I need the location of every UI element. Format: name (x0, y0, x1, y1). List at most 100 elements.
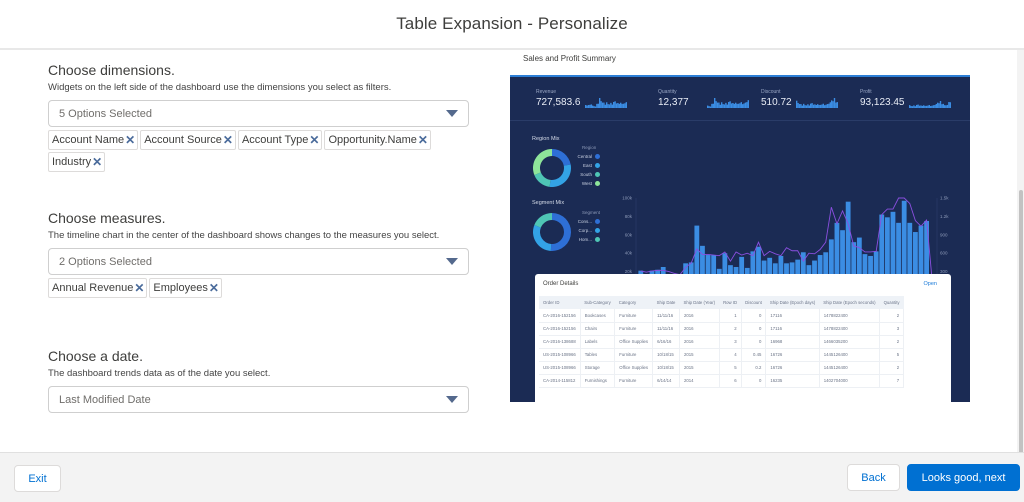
column-header[interactable]: Ship Date (Epoch seconds) (819, 296, 880, 309)
legend-title: Region (582, 145, 597, 150)
sparkline-bar (826, 103, 828, 108)
sparkline-bar (730, 102, 732, 108)
sparkline-bar (928, 104, 930, 108)
section-title: Choose dimensions. (48, 62, 175, 78)
remove-icon[interactable]: ✕ (92, 156, 102, 168)
date-select[interactable]: Last Modified Date (48, 386, 469, 413)
pill: Account Type ✕ (237, 130, 323, 150)
table-cell: 6/16/16 (652, 335, 680, 349)
open-link[interactable]: Open (924, 281, 937, 287)
kpi-value: 510.72 (761, 97, 792, 108)
sparkline-bar (799, 103, 802, 108)
remove-icon[interactable]: ✕ (309, 134, 319, 146)
dimensions-select[interactable]: 5 Options Selected (48, 100, 469, 127)
table-cell: 0 (741, 335, 767, 349)
kpi-revenue: Revenue 727,583.6 (536, 89, 627, 108)
table-cell: 1445126400 (819, 361, 881, 375)
remove-icon[interactable]: ✕ (125, 134, 135, 146)
table-cell: Furnishings (580, 374, 616, 388)
sparkline-bar (740, 101, 742, 108)
select-value: Last Modified Date (59, 393, 151, 406)
next-button[interactable]: Looks good, next (907, 464, 1020, 491)
table-cell: 11/11/16 (652, 322, 680, 336)
segment-mix-title: Segment Mix (532, 200, 565, 206)
legend-label: South (580, 172, 592, 177)
sparkline-bar (808, 105, 810, 108)
select-value: 2 Options Selected (59, 255, 152, 268)
table-cell: CA-2016-152156 (539, 322, 581, 336)
legend-swatch (595, 237, 600, 242)
sparkline-bar (926, 105, 929, 108)
sparkline-bar (820, 104, 823, 108)
sparkline-bar (619, 102, 621, 108)
table-cell: Bookcases (580, 309, 616, 323)
sparkline-bar (616, 102, 619, 108)
table-cell: 2 (879, 309, 905, 323)
sparkline (706, 97, 749, 108)
left-axis-tick: 40k (625, 251, 633, 256)
pill-label: Opportunity.Name (328, 134, 417, 146)
sparkline-bar (601, 102, 603, 108)
column-header[interactable]: Order ID (539, 296, 581, 309)
back-button[interactable]: Back (847, 464, 900, 491)
column-header[interactable]: Quantity (879, 296, 904, 309)
sparkline-bar (590, 103, 592, 108)
pill: Employees ✕ (149, 278, 222, 298)
section-description: Widgets on the left side of the dashboar… (48, 82, 392, 93)
pill: Annual Revenue ✕ (48, 278, 148, 298)
sparkline-bar (731, 102, 734, 108)
table-cell: 11/11/16 (652, 309, 680, 323)
scrollbar-thumb[interactable] (1019, 190, 1023, 490)
sparkline-bar (723, 103, 725, 108)
table-cell: 16968 (765, 335, 820, 349)
sparkline (584, 97, 627, 108)
remove-icon[interactable]: ✕ (134, 282, 144, 294)
measures-select[interactable]: 2 Options Selected (48, 248, 469, 275)
remove-icon[interactable]: ✕ (418, 134, 428, 146)
table-cell: 1478822400 (819, 322, 881, 336)
sparkline-bar (734, 102, 736, 108)
sparkline-bar (712, 103, 714, 108)
column-header[interactable]: Ship Date (652, 296, 680, 309)
sparkline-bar (940, 103, 943, 108)
table-cell: Tables (580, 348, 616, 362)
sparkline-bar (930, 105, 933, 108)
column-header[interactable]: Row ID (719, 296, 742, 309)
table-cell: 4 (719, 348, 742, 362)
donut-slice (533, 225, 552, 251)
sparkline-bar (817, 104, 820, 108)
legend-item: South (572, 172, 600, 177)
sparkline-bar (932, 104, 934, 108)
sparkline-bar (946, 104, 948, 108)
sparkline-bar (919, 104, 922, 108)
sparkline-bar (591, 105, 593, 108)
pill: Opportunity.Name ✕ (324, 130, 431, 150)
legend-item: Central (572, 154, 600, 159)
sparkline (795, 97, 838, 108)
section-title: Choose a date. (48, 348, 143, 364)
sparkline-bar (727, 101, 729, 108)
column-header[interactable]: Sub-Category (580, 296, 615, 309)
exit-button[interactable]: Exit (14, 465, 61, 492)
table-cell: 0.2 (741, 361, 767, 375)
remove-icon[interactable]: ✕ (223, 134, 233, 146)
sparkline-bar (720, 101, 722, 108)
column-header[interactable]: Category (614, 296, 653, 309)
legend-swatch (595, 219, 600, 224)
sparkline-bar (830, 99, 832, 108)
remove-icon[interactable]: ✕ (209, 282, 219, 294)
column-header[interactable]: Ship Date (Year) (679, 296, 720, 309)
pill: Industry ✕ (48, 152, 106, 172)
sparkline-bar (929, 105, 931, 108)
sparkline-bar (836, 101, 838, 108)
sparkline-bar (707, 105, 710, 108)
segment-donut (533, 213, 571, 251)
right-axis-tick: 1.2k (940, 214, 949, 219)
column-header[interactable]: Ship Date (Epoch days) (765, 296, 820, 309)
sparkline-bar (625, 101, 627, 108)
sparkline-bar (615, 102, 617, 108)
scrollbar[interactable] (1017, 50, 1024, 490)
column-header[interactable]: Discount (741, 296, 766, 309)
sparkline-bar (921, 105, 923, 108)
sparkline-bar (796, 102, 799, 108)
